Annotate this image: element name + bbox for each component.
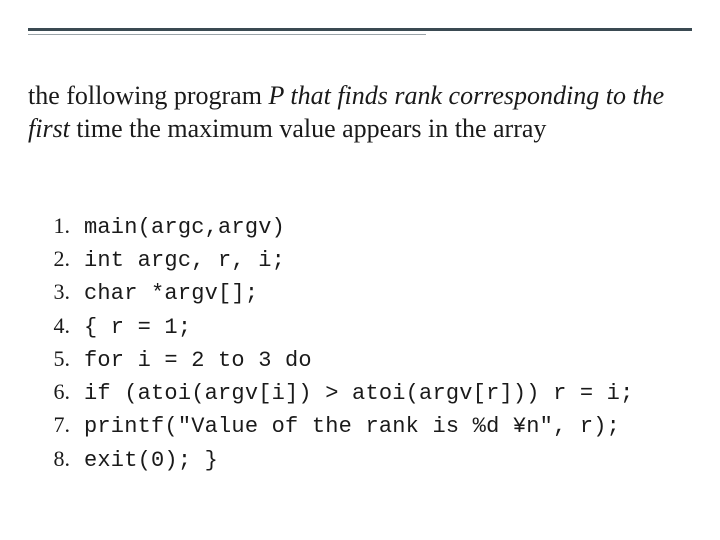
- line-number: 2.: [36, 243, 70, 274]
- list-item: 8. exit(0); }: [36, 443, 680, 476]
- line-number: 6.: [36, 376, 70, 407]
- list-item: 5. for i = 2 to 3 do: [36, 343, 680, 376]
- list-item: 7. printf("Value of the rank is %d ¥n", …: [36, 409, 680, 442]
- code-text: exit(0); }: [84, 445, 218, 476]
- line-number: 1.: [36, 210, 70, 241]
- list-item: 2. int argc, r, i;: [36, 243, 680, 276]
- rule-thick: [28, 28, 692, 31]
- code-text: { r = 1;: [84, 312, 191, 343]
- code-text: printf("Value of the rank is %d ¥n", r);: [84, 411, 620, 442]
- rule-thin: [28, 34, 426, 35]
- list-item: 6. if (atoi(argv[i]) > atoi(argv[r])) r …: [36, 376, 680, 409]
- slide-heading: the following program P that finds rank …: [28, 80, 680, 145]
- code-text: int argc, r, i;: [84, 245, 285, 276]
- list-item: 4. { r = 1;: [36, 310, 680, 343]
- line-number: 4.: [36, 310, 70, 341]
- slide: the following program P that finds rank …: [0, 0, 720, 540]
- heading-seg-3: time the maximum value appears in the ar…: [76, 114, 546, 143]
- code-listing: 1. main(argc,argv) 2. int argc, r, i; 3.…: [36, 210, 680, 476]
- heading-seg-1: the following program: [28, 81, 268, 110]
- code-text: for i = 2 to 3 do: [84, 345, 312, 376]
- line-number: 5.: [36, 343, 70, 374]
- list-item: 3. char *argv[];: [36, 276, 680, 309]
- top-rule: [28, 28, 692, 38]
- code-text: main(argc,argv): [84, 212, 285, 243]
- line-number: 7.: [36, 409, 70, 440]
- line-number: 8.: [36, 443, 70, 474]
- code-text: if (atoi(argv[i]) > atoi(argv[r])) r = i…: [84, 378, 634, 409]
- code-text: char *argv[];: [84, 278, 258, 309]
- list-item: 1. main(argc,argv): [36, 210, 680, 243]
- line-number: 3.: [36, 276, 70, 307]
